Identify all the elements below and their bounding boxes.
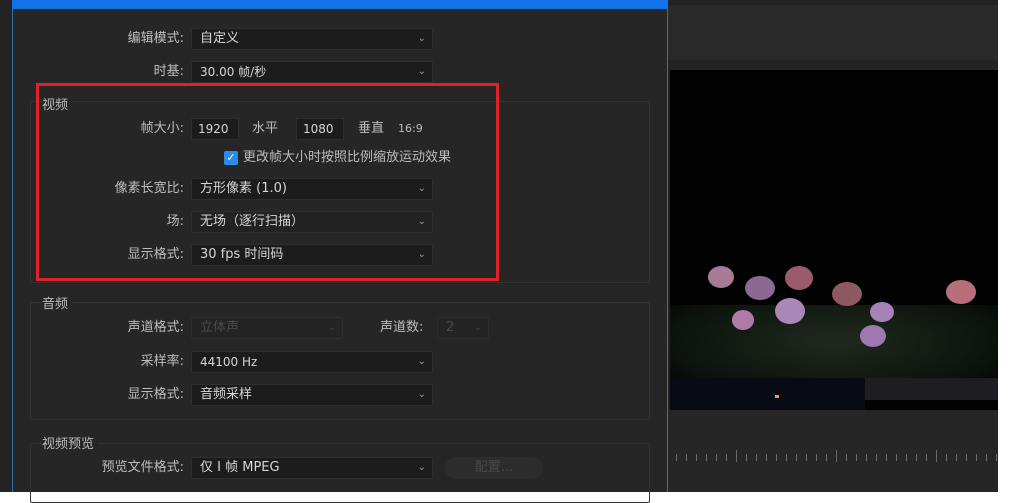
flower [708,266,734,288]
flower [745,276,775,300]
ruler-tick [896,454,897,461]
ruler-tick [696,454,697,461]
sample-rate-label: 采样率: [140,354,184,369]
ruler-tick [806,454,807,461]
edit-mode-value: 自定义 [200,31,240,46]
audio-display-format-dropdown[interactable]: 音频采样 ⌄ [191,384,433,406]
sample-rate-value: 44100 Hz [200,355,258,369]
monitor-header [668,5,998,60]
preview-format-value: 仅 I 帧 MPEG [200,460,280,475]
ruler-tick [686,454,687,461]
video-preview-frame [670,70,998,410]
ruler-tick [786,454,787,461]
ruler-tick [746,454,747,461]
preview-format-label: 预览文件格式: [101,460,184,475]
video-preview-group-title: 视频预览 [42,433,99,452]
ruler-tick [876,454,877,461]
dialog-title-bar [12,0,668,9]
ruler-tick [776,454,777,461]
timebase-label: 时基: [153,64,184,79]
chevron-down-icon: ⌄ [417,356,426,367]
planter [865,378,998,400]
background-panel [0,0,12,492]
flower [860,325,886,347]
highlight-box [36,83,499,281]
ruler-tick [846,454,847,461]
ruler-tick [946,454,947,461]
flower [775,298,805,324]
ruler-tick [676,454,677,461]
chevron-down-icon: ⌄ [473,322,482,333]
ruler-tick [916,454,917,461]
ruler-tick [756,454,757,461]
ruler-tick [976,454,977,461]
monitor-timeline-ruler [668,410,998,492]
ruler-tick [886,454,887,461]
sample-rate-dropdown[interactable]: 44100 Hz ⌄ [191,351,433,373]
ruler-tick [836,450,837,462]
audio-display-format-label: 显示格式: [127,387,184,402]
flower [946,280,976,304]
channel-format-label: 声道格式: [127,320,184,335]
edit-mode-dropdown[interactable]: 自定义 ⌄ [191,28,433,50]
chevron-down-icon: ⌄ [417,33,426,44]
preview-format-dropdown[interactable]: 仅 I 帧 MPEG ⌄ [191,457,433,479]
ruler-tick [816,454,817,461]
planter [670,378,865,410]
timebase-dropdown[interactable]: 30.00 帧/秒 ⌄ [191,61,433,83]
chevron-down-icon: ⌄ [417,389,426,400]
ruler-tick [926,454,927,461]
chevron-down-icon: ⌄ [327,322,336,333]
flower [832,282,862,306]
ruler-tick [866,454,867,461]
ruler-tick [966,454,967,461]
flower [785,266,813,290]
audio-display-format-value: 音频采样 [200,387,253,402]
flower [732,310,754,330]
ruler-tick [986,454,987,461]
ruler-tick [856,454,857,461]
ruler-tick [706,454,707,461]
channel-count-label: 声道数: [380,320,424,335]
configure-button[interactable]: 配置... [445,457,543,479]
channel-format-dropdown[interactable]: 立体声 ⌄ [191,317,343,339]
chevron-down-icon: ⌄ [417,462,426,473]
ruler-tick [766,454,767,461]
timebase-value: 30.00 帧/秒 [200,65,267,79]
channel-count-value: 2 [446,320,455,335]
edit-mode-label: 编辑模式: [127,31,184,46]
light-dot [775,395,779,398]
ruler-tick [936,450,937,462]
ruler-tick [956,454,957,461]
ruler-tick [796,454,797,461]
flower [870,302,894,322]
ruler-tick [736,450,737,462]
channel-format-value: 立体声 [200,320,240,335]
ruler-tick [996,454,997,461]
ruler-tick [726,454,727,461]
ruler-tick [716,454,717,461]
ruler-tick [826,454,827,461]
audio-group-title: 音频 [42,293,73,312]
ruler-tick [906,454,907,461]
chevron-down-icon: ⌄ [417,66,426,77]
channel-count-dropdown[interactable]: 2 ⌄ [437,317,489,339]
